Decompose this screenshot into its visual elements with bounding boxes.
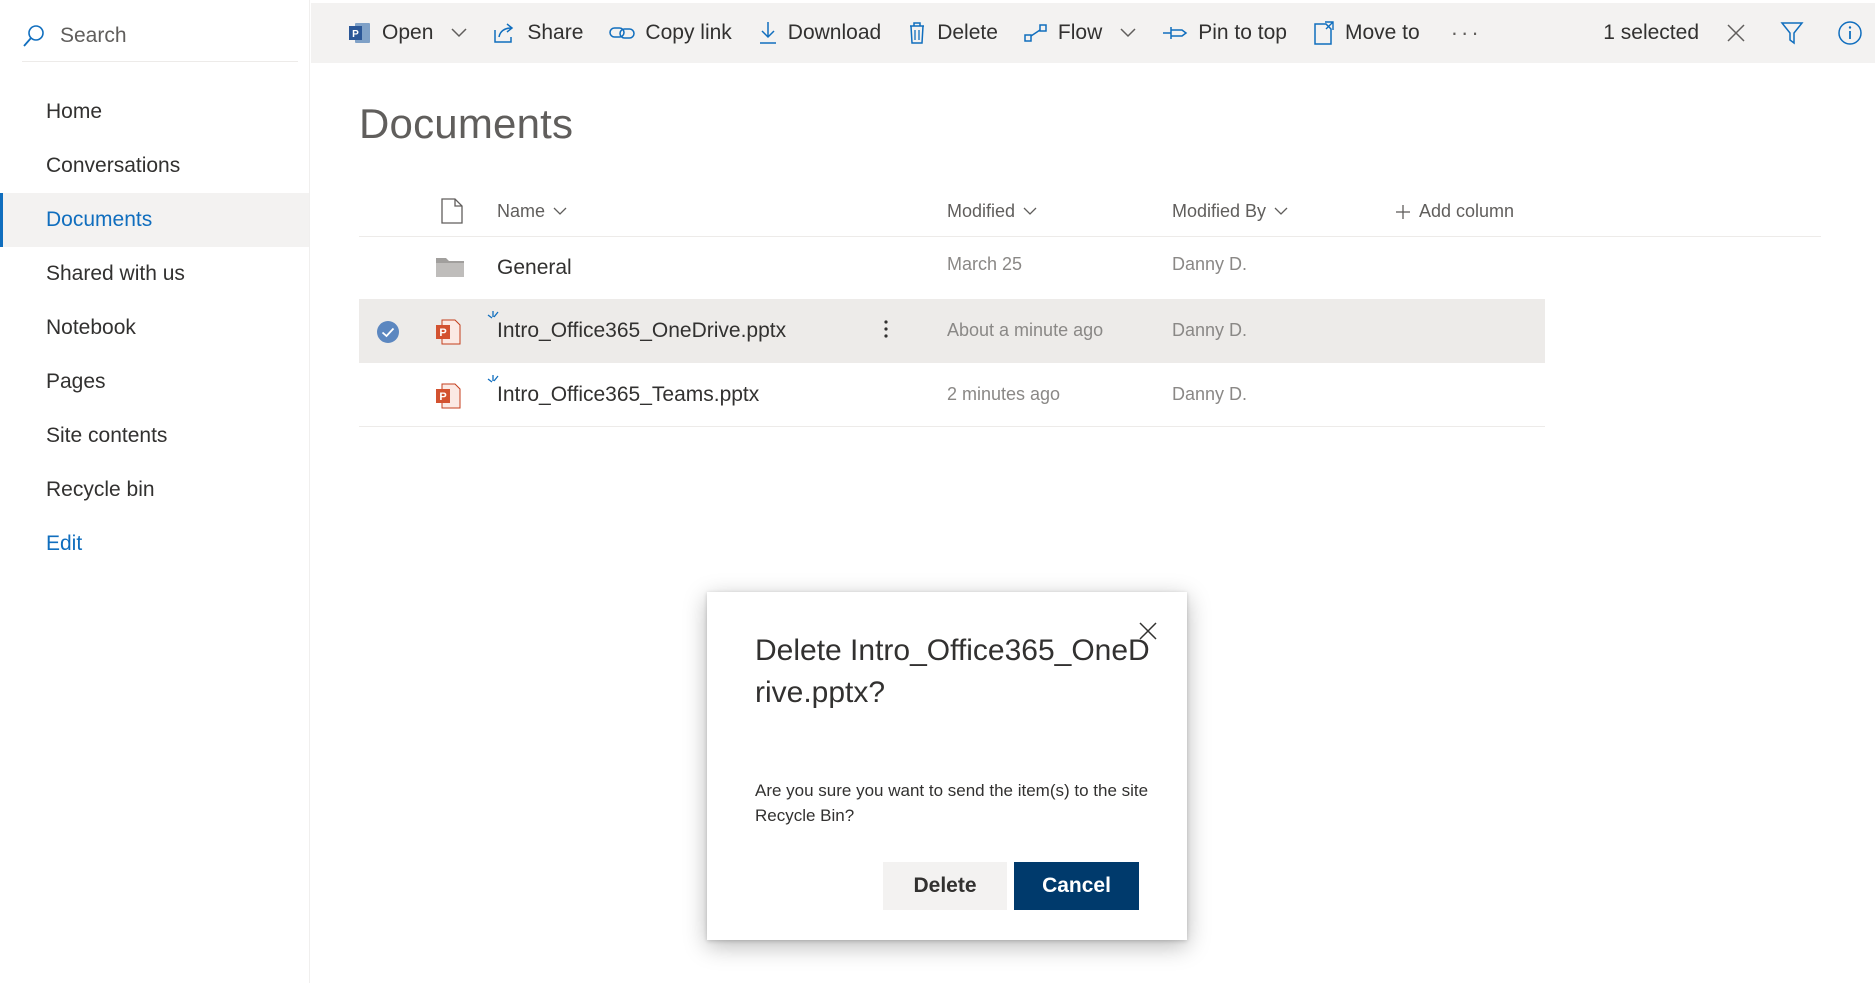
pin-icon	[1162, 24, 1188, 42]
share-button[interactable]: Share	[480, 3, 596, 63]
chevron-down-icon	[1120, 28, 1136, 38]
info-icon	[1837, 20, 1863, 46]
add-column-label: Add column	[1419, 201, 1515, 221]
move-to-button[interactable]: Move to	[1300, 3, 1433, 63]
pin-to-top-button[interactable]: Pin to top	[1149, 3, 1300, 63]
flow-label: Flow	[1057, 21, 1103, 44]
modified-date: March 25	[947, 254, 1023, 274]
column-header-modified[interactable]: Modified	[947, 201, 1037, 222]
plus-icon	[1395, 204, 1411, 220]
selected-checkmark-icon[interactable]	[376, 320, 400, 344]
copy-link-label: Copy link	[645, 21, 732, 44]
svg-text:P: P	[439, 391, 446, 403]
svg-text:P: P	[439, 327, 446, 339]
chevron-down-icon	[553, 207, 567, 216]
cancel-button[interactable]: Cancel	[1014, 862, 1139, 910]
nav-item-shared-with-us[interactable]: Shared with us	[0, 247, 309, 301]
column-name-label: Name	[497, 201, 546, 221]
nav-item-conversations[interactable]: Conversations	[0, 139, 309, 193]
column-modified-label: Modified	[947, 201, 1016, 221]
link-icon	[609, 24, 636, 42]
pptx-file-icon: P	[435, 318, 461, 346]
nav-item-site-contents[interactable]: Site contents	[0, 409, 309, 463]
file-name[interactable]: Intro_Office365_OneDrive.pptx	[497, 319, 786, 343]
folder-icon	[435, 255, 465, 279]
dialog-message: Are you sure you want to send the item(s…	[755, 781, 1149, 825]
download-label: Download	[787, 21, 882, 44]
dialog-title: Delete Intro_Office365_OneDrive.pptx?	[755, 634, 1150, 709]
column-header-modified-by[interactable]: Modified By	[1172, 201, 1288, 222]
page-title: Documents	[359, 100, 574, 147]
column-header-name[interactable]: Name	[497, 201, 567, 222]
confirm-delete-button[interactable]: Delete	[883, 862, 1007, 910]
selected-count: 1 selected	[1603, 21, 1699, 44]
delete-label: Delete	[937, 21, 998, 44]
search-box[interactable]: Search	[22, 10, 298, 62]
add-column-button[interactable]: Add column	[1395, 201, 1514, 222]
nav-edit-link[interactable]: Edit	[0, 517, 309, 571]
pptx-file-icon: P	[435, 382, 461, 410]
copy-link-button[interactable]: Copy link	[596, 3, 744, 63]
filter-icon	[1780, 21, 1804, 45]
move-to-icon	[1313, 20, 1335, 46]
nav-item-recycle-bin[interactable]: Recycle bin	[0, 463, 309, 517]
nav-item-home[interactable]: Home	[0, 85, 309, 139]
chevron-down-icon	[1274, 207, 1288, 216]
modified-by: Danny D.	[1172, 254, 1248, 274]
command-bar: P Open Share Copy link Download Delete F…	[311, 3, 1875, 63]
filter-button[interactable]	[1769, 3, 1815, 63]
flow-icon	[1024, 23, 1048, 43]
chevron-down-icon	[1023, 207, 1037, 216]
more-commands-button[interactable]: ···	[1433, 3, 1500, 63]
nav-item-pages[interactable]: Pages	[0, 355, 309, 409]
pin-to-top-label: Pin to top	[1198, 21, 1287, 44]
flow-button[interactable]: Flow	[1011, 3, 1149, 63]
close-icon	[1726, 23, 1746, 43]
download-button[interactable]: Download	[745, 3, 894, 63]
list-header: Name Modified Modified By Add column	[359, 188, 1821, 237]
nav-item-notebook[interactable]: Notebook	[0, 301, 309, 355]
file-name[interactable]: General	[497, 256, 572, 280]
clear-selection-button[interactable]	[1713, 3, 1759, 63]
trash-icon	[907, 21, 927, 45]
nav-list: Home Conversations Documents Shared with…	[0, 85, 309, 571]
modified-by: Danny D.	[1172, 384, 1248, 404]
search-placeholder: Search	[60, 23, 127, 47]
table-row[interactable]: P Intro_Office365_Teams.pptx 2 minutes a…	[359, 364, 1545, 427]
column-modified-by-label: Modified By	[1172, 201, 1267, 221]
file-type-header-icon	[441, 198, 463, 224]
powerpoint-icon: P	[348, 21, 372, 45]
modified-by: Danny D.	[1172, 320, 1248, 340]
modified-date: About a minute ago	[947, 320, 1104, 340]
nav-item-documents[interactable]: Documents	[0, 193, 309, 247]
open-label: Open	[382, 21, 434, 44]
modified-date: 2 minutes ago	[947, 384, 1061, 404]
left-navigation: Search Home Conversations Documents Shar…	[0, 0, 310, 983]
table-row[interactable]: P Intro_Office365_OneDrive.pptx About a …	[359, 300, 1545, 363]
info-button[interactable]	[1827, 3, 1873, 63]
share-icon	[493, 22, 517, 44]
table-row[interactable]: General March 25 Danny D.	[359, 237, 1545, 300]
download-icon	[758, 21, 778, 45]
delete-button[interactable]: Delete	[894, 3, 1011, 63]
file-name[interactable]: Intro_Office365_Teams.pptx	[497, 383, 759, 407]
delete-confirmation-dialog: Delete Intro_Office365_OneDrive.pptx? Ar…	[707, 592, 1187, 940]
svg-text:P: P	[352, 29, 359, 40]
chevron-down-icon	[451, 28, 467, 38]
commandbar-right: 1 selected	[1603, 3, 1875, 63]
more-options-icon[interactable]	[883, 316, 889, 342]
search-icon	[22, 24, 46, 48]
share-label: Share	[527, 21, 584, 44]
move-to-label: Move to	[1344, 21, 1420, 44]
open-button[interactable]: P Open	[311, 3, 480, 63]
